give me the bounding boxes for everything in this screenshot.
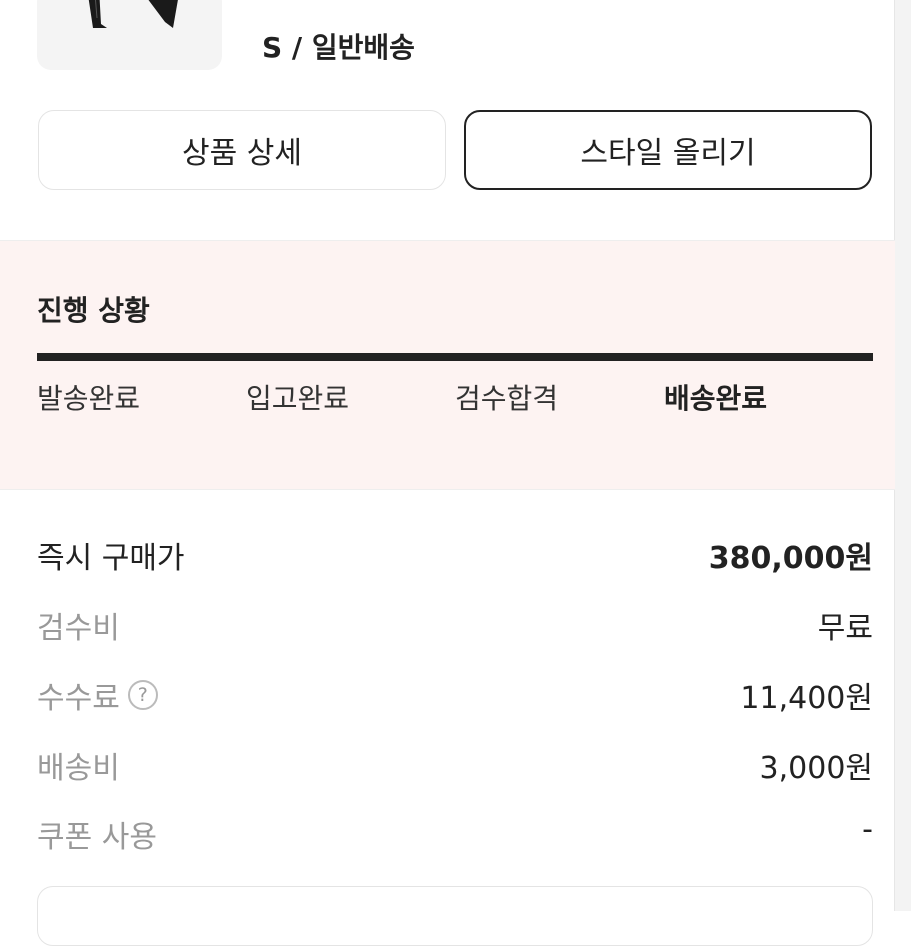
step-received: 입고완료 xyxy=(246,382,350,415)
price-row-coupon: 쿠폰 사용 - xyxy=(37,812,873,855)
price-row-commission: 수수료 ? 11,400원 xyxy=(37,673,873,716)
bottom-card[interactable] xyxy=(37,886,873,946)
price-row-inspection-fee: 검수비 무료 xyxy=(37,603,873,646)
price-label: 쿠폰 사용 xyxy=(37,820,157,855)
price-row-instant-buy: 즉시 구매가 380,000원 xyxy=(37,533,873,576)
progress-bar xyxy=(37,353,873,361)
progress-fill xyxy=(37,353,873,361)
price-label: 즉시 구매가 xyxy=(37,541,185,576)
jacket-image xyxy=(88,0,178,28)
price-label: 검수비 xyxy=(37,611,120,646)
step-inspection-passed: 검수합격 xyxy=(455,382,559,415)
step-delivered: 배송완료 xyxy=(664,382,768,415)
upload-style-button[interactable]: 스타일 올리기 xyxy=(464,110,872,190)
price-value: 380,000원 xyxy=(708,541,873,576)
price-value: - xyxy=(862,812,873,847)
question-circle-icon[interactable]: ? xyxy=(127,680,158,710)
price-label: 수수료 xyxy=(37,681,120,716)
step-shipped: 발송완료 xyxy=(37,382,141,415)
progress-title: 진행 상황 xyxy=(37,294,150,327)
price-row-shipping-fee: 배송비 3,000원 xyxy=(37,743,873,786)
price-value: 3,000원 xyxy=(759,751,873,786)
progress-section: 진행 상황 발송완료 입고완료 검수합격 배송완료 xyxy=(0,240,895,490)
product-detail-button[interactable]: 상품 상세 xyxy=(38,110,446,190)
price-label-wrap: 수수료 ? xyxy=(37,673,158,717)
scrollbar[interactable] xyxy=(894,0,911,911)
product-thumbnail[interactable] xyxy=(37,0,222,70)
price-value: 11,400원 xyxy=(740,681,873,716)
price-label: 배송비 xyxy=(37,751,120,786)
price-value: 무료 xyxy=(817,611,873,646)
product-option: S / 일반배송 xyxy=(262,31,415,64)
